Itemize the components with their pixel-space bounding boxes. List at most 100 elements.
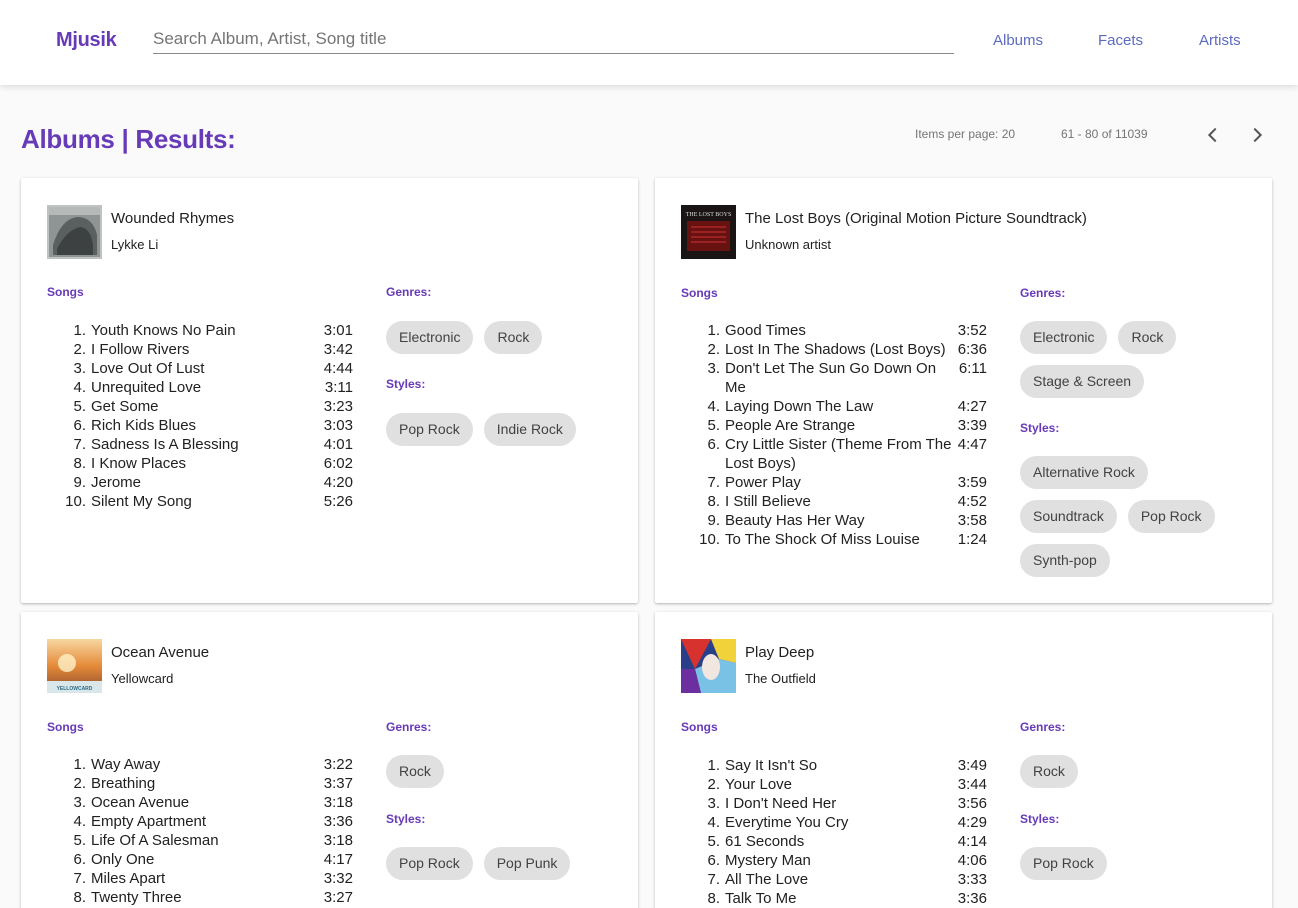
track-row[interactable]: 7. Sadness Is A Blessing 4:01 [61, 435, 353, 454]
track-duration: 6:02 [323, 455, 353, 472]
track-row[interactable]: 5. Get Some 3:23 [61, 397, 353, 416]
track-duration: 6:36 [957, 341, 987, 358]
track-row[interactable]: 4. Everytime You Cry 4:29 [695, 813, 987, 832]
track-number: 7. [707, 474, 720, 491]
album-card[interactable]: THE LOST BOYS The Lost Boys (Original Mo… [655, 178, 1272, 603]
genre-chip[interactable]: Electronic [386, 321, 474, 354]
track-duration: 3:56 [957, 795, 987, 812]
style-chip[interactable]: Pop Rock [386, 413, 473, 446]
track-row[interactable]: 2. I Follow Rivers 3:42 [61, 340, 353, 359]
genre-chip[interactable]: Rock [484, 321, 543, 354]
track-row[interactable]: 10. Silent My Song 5:26 [61, 492, 353, 511]
style-chip[interactable]: Pop Rock [386, 847, 473, 880]
track-row[interactable]: 6. Only One 4:17 [61, 850, 353, 869]
album-card[interactable]: Play Deep The Outfield Songs 1. Say It Is… [655, 612, 1272, 908]
styles-heading: Styles: [1020, 812, 1060, 826]
track-row[interactable]: 5. People Are Strange 3:39 [695, 416, 987, 435]
genre-chip[interactable]: Stage & Screen [1020, 365, 1145, 398]
track-row[interactable]: 8. I Still Believe 4:52 [695, 492, 987, 511]
track-row[interactable]: 3. I Don't Need Her 3:56 [695, 794, 987, 813]
genre-chip[interactable]: Rock [386, 755, 444, 788]
album-cover-image [47, 205, 102, 259]
track-row[interactable]: 9. Beauty Has Her Way 3:58 [695, 511, 987, 530]
style-chip[interactable]: Pop Rock [1020, 847, 1107, 880]
styles-heading: Styles: [386, 812, 426, 826]
album-artist[interactable]: Lykke Li [111, 237, 158, 252]
search-input[interactable] [153, 24, 954, 54]
track-row[interactable]: 5. 61 Seconds 4:14 [695, 832, 987, 851]
track-row[interactable]: 7. All The Love 3:33 [695, 870, 987, 889]
style-chip[interactable]: Synth-pop [1020, 544, 1110, 577]
track-row[interactable]: 1. Youth Knows No Pain 3:01 [61, 321, 353, 340]
style-chip[interactable]: Soundtrack [1020, 500, 1117, 533]
album-title[interactable]: Play Deep [745, 644, 814, 661]
track-duration: 1:24 [957, 531, 987, 548]
nav-facets-link[interactable]: Facets [1098, 32, 1143, 49]
album-title[interactable]: Wounded Rhymes [111, 210, 234, 227]
track-row[interactable]: 10. To The Shock Of Miss Louise 1:24 [695, 530, 987, 549]
nav-artists-link[interactable]: Artists [1199, 32, 1241, 49]
track-title: Silent My Song [91, 493, 192, 510]
style-chip[interactable]: Pop Rock [1127, 500, 1215, 533]
track-row[interactable]: 3. Don't Let The Sun Go Down On Me 6:11 [695, 359, 987, 397]
track-row[interactable]: 2. Lost In The Shadows (Lost Boys) 6:36 [695, 340, 987, 359]
track-number: 7. [707, 871, 720, 888]
track-duration: 4:14 [957, 833, 987, 850]
track-row[interactable]: 1. Good Times 3:52 [695, 321, 987, 340]
track-row[interactable]: 4. Unrequited Love 3:11 [61, 378, 353, 397]
track-row[interactable]: 4. Empty Apartment 3:36 [61, 812, 353, 831]
album-artist[interactable]: Unknown artist [745, 237, 831, 252]
track-row[interactable]: 2. Your Love 3:44 [695, 775, 987, 794]
track-title: Empty Apartment [91, 813, 207, 830]
genre-chip[interactable]: Electronic [1020, 321, 1108, 354]
track-number: 9. [73, 474, 86, 491]
style-chip[interactable]: Pop Punk [483, 847, 571, 880]
album-title[interactable]: Ocean Avenue [111, 644, 209, 661]
track-row[interactable]: 5. Life Of A Salesman 3:18 [61, 831, 353, 850]
track-number: 6. [707, 436, 720, 453]
track-row[interactable]: 8. Talk To Me 3:36 [695, 889, 987, 908]
track-row[interactable]: 3. Love Out Of Lust 4:44 [61, 359, 353, 378]
track-row[interactable]: 6. Cry Little Sister (Theme From The Lost… [695, 435, 987, 473]
track-title: People Are Strange [725, 417, 856, 434]
cover-lettering: THE LOST BOYS [686, 212, 732, 218]
album-artist[interactable]: Yellowcard [111, 671, 173, 686]
next-page-button[interactable] [1246, 124, 1268, 146]
style-chip[interactable]: Indie Rock [483, 413, 576, 446]
album-title[interactable]: The Lost Boys (Original Motion Picture S… [745, 210, 1087, 227]
brand-logo[interactable]: Mjusik [56, 29, 117, 52]
track-duration: 3:49 [957, 757, 987, 774]
track-number: 8. [73, 455, 86, 472]
items-per-page-select[interactable]: Items per page: 20 [915, 127, 1015, 141]
genre-chip-list: Electronic Rock [386, 321, 616, 354]
nav-albums-link[interactable]: Albums [993, 32, 1043, 49]
style-chip[interactable]: Alternative Rock [1020, 456, 1148, 489]
track-number: 3. [707, 795, 720, 812]
track-row[interactable]: 8. Twenty Three 3:27 [61, 888, 353, 907]
track-row[interactable]: 8. I Know Places 6:02 [61, 454, 353, 473]
genres-heading: Genres: [386, 285, 432, 299]
track-row[interactable]: 1. Say It Isn't So 3:49 [695, 756, 987, 775]
style-chip-list: Pop Rock Indie Rock [386, 413, 616, 446]
top-app-bar: Mjusik Albums Facets Artists [0, 0, 1298, 85]
track-row[interactable]: 3. Ocean Avenue 3:18 [61, 793, 353, 812]
album-card[interactable]: Wounded Rhymes Lykke Li Songs 1. Youth Kn… [21, 178, 638, 603]
track-row[interactable]: 9. Jerome 4:20 [61, 473, 353, 492]
previous-page-button[interactable] [1202, 124, 1224, 146]
track-row[interactable]: 1. Way Away 3:22 [61, 755, 353, 774]
track-row[interactable]: 6. Mystery Man 4:06 [695, 851, 987, 870]
track-number: 4. [73, 379, 86, 396]
track-row[interactable]: 2. Breathing 3:37 [61, 774, 353, 793]
track-number: 5. [707, 833, 720, 850]
album-card[interactable]: YELLOWCARD Ocean Avenue Yellowcard Songs… [21, 612, 638, 908]
genre-chip[interactable]: Rock [1020, 755, 1078, 788]
track-row[interactable]: 7. Miles Apart 3:32 [61, 869, 353, 888]
track-row[interactable]: 6. Rich Kids Blues 3:03 [61, 416, 353, 435]
track-title: I Still Believe [725, 493, 811, 510]
track-duration: 3:23 [323, 398, 353, 415]
track-duration: 3:01 [323, 322, 353, 339]
track-row[interactable]: 4. Laying Down The Law 4:27 [695, 397, 987, 416]
album-artist[interactable]: The Outfield [745, 671, 816, 686]
genre-chip[interactable]: Rock [1118, 321, 1177, 354]
track-row[interactable]: 7. Power Play 3:59 [695, 473, 987, 492]
